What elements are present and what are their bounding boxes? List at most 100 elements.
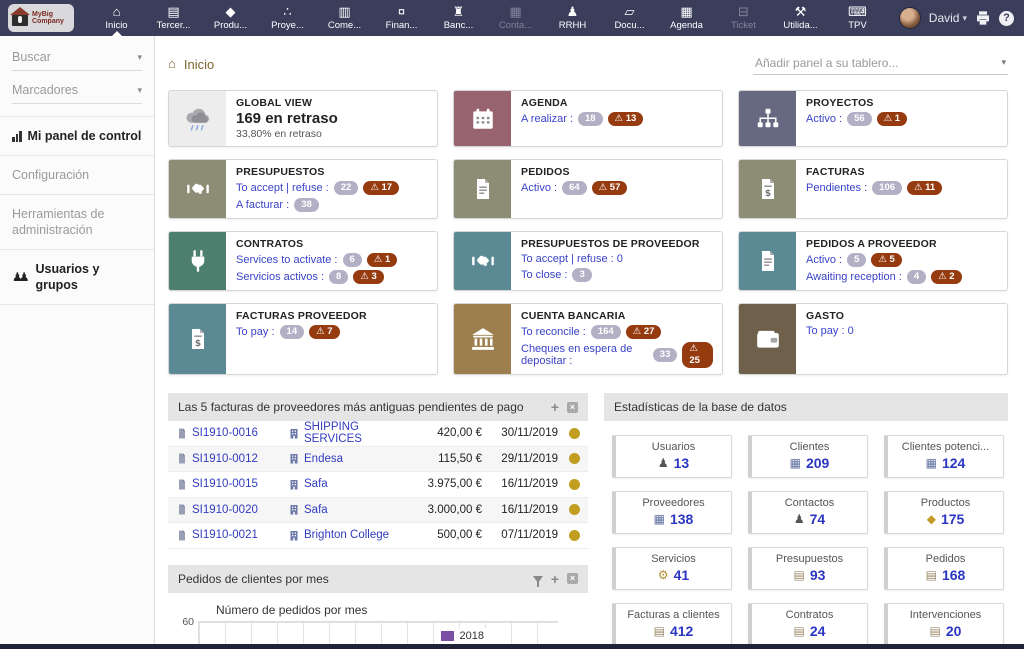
nav-item-agenda[interactable]: ▦Agenda: [658, 0, 715, 36]
invoice-ref-link[interactable]: SI1910-0021: [192, 529, 258, 541]
company-link[interactable]: Endesa: [304, 453, 343, 465]
filter-icon[interactable]: [533, 573, 543, 585]
nav-item-rrhh[interactable]: ♟RRHH: [544, 0, 601, 36]
stat-box-pedidos[interactable]: Pedidos▤168: [884, 547, 1004, 590]
nav-item-label: Conta...: [499, 20, 532, 31]
stat-value: ▤93: [758, 567, 861, 583]
user-avatar[interactable]: [899, 7, 921, 29]
close-panel-icon[interactable]: ×: [567, 402, 578, 413]
card-pedidos[interactable]: PEDIDOSActivo :64⚠ 57: [453, 159, 723, 219]
stat-box-servicios[interactable]: Servicios⚙41: [612, 547, 732, 590]
invoice-ref-link[interactable]: SI1910-0012: [192, 453, 258, 465]
card-status-line[interactable]: Awaiting reception :4⚠ 2: [806, 270, 962, 284]
stat-box-usuarios[interactable]: Usuarios♟13: [612, 435, 732, 478]
help-icon[interactable]: ?: [999, 11, 1014, 26]
nav-item-documentos[interactable]: ▱Docu...: [601, 0, 658, 36]
panel-title: Pedidos de clientes por mes: [178, 572, 525, 586]
print-icon[interactable]: [975, 10, 991, 26]
card-status-line[interactable]: Servicios activos :8⚠ 3: [236, 270, 397, 284]
nav-item-comercial[interactable]: ▥Come...: [316, 0, 373, 36]
nav-item-tpv[interactable]: ⌨TPV: [829, 0, 886, 36]
card-status-line[interactable]: Cheques en espera de depositar :33⚠ 25: [521, 342, 713, 368]
move-panel-icon[interactable]: +: [551, 402, 559, 412]
card-presupuestos-proveedor[interactable]: PRESUPUESTOS DE PROVEEDORTo accept | ref…: [453, 231, 723, 291]
nav-item-terceros[interactable]: ▤Tercer...: [145, 0, 202, 36]
nav-item-utilidades[interactable]: ⚒Utilida...: [772, 0, 829, 36]
card-status-line[interactable]: To accept | refuse : 0: [521, 253, 700, 265]
card-sub-value: 33,80% en retraso: [236, 128, 338, 140]
card-agenda[interactable]: AGENDA A realizar :18⚠ 13: [453, 90, 723, 147]
company-link[interactable]: Safa: [304, 504, 328, 516]
status-link: Activo :: [521, 182, 557, 194]
card-status-line[interactable]: To accept | refuse :22⚠ 17: [236, 181, 399, 195]
invoice-ref-link[interactable]: SI1910-0016: [192, 427, 258, 439]
card-status-line[interactable]: A facturar :38: [236, 198, 399, 212]
document-icon: [176, 478, 188, 491]
sidebar-item-configuracion[interactable]: Configuración: [0, 155, 154, 194]
card-status-line[interactable]: Pendientes :106⚠ 11: [806, 181, 942, 195]
users-icon: ♟♟: [12, 269, 30, 285]
card-status-line[interactable]: Activo :64⚠ 57: [521, 181, 627, 195]
stat-label: Contactos: [758, 497, 861, 509]
card-facturas[interactable]: $FACTURASPendientes :106⚠ 11: [738, 159, 1008, 219]
stat-box-presupuestos[interactable]: Presupuestos▤93: [748, 547, 868, 590]
nav-item-ticket[interactable]: ⊟Ticket: [715, 0, 772, 36]
nav-item-inicio[interactable]: ⌂Inicio: [88, 0, 145, 36]
card-status-line[interactable]: Activo :56⚠ 1: [806, 112, 907, 126]
building-icon: ▦: [654, 512, 665, 526]
stat-box-productos[interactable]: Productos◆175: [884, 491, 1004, 534]
card-global-view[interactable]: GLOBAL VIEW169 en retraso33,80% en retra…: [168, 90, 438, 147]
nav-item-proyectos[interactable]: ∴Proye...: [259, 0, 316, 36]
content-area: Buscar ▾ Marcadores ▾ Mi panel de contro…: [0, 36, 1024, 649]
invoice-ref-link[interactable]: SI1910-0015: [192, 478, 258, 490]
stat-box-intervenciones[interactable]: Intervenciones▤20: [884, 603, 1004, 646]
warning-badge: ⚠ 17: [363, 181, 399, 195]
card-status-line[interactable]: To reconcile :164⚠ 27: [521, 325, 713, 339]
card-status-line[interactable]: A realizar :18⚠ 13: [521, 112, 643, 126]
card-proyectos[interactable]: PROYECTOSActivo :56⚠ 1: [738, 90, 1008, 147]
sidebar-item-herramientas-administracion[interactable]: Herramientas de administración: [0, 194, 154, 249]
stat-box-proveedores[interactable]: Proveedores▦138: [612, 491, 732, 534]
invoice-ref-cell: SI1910-0015: [176, 478, 288, 491]
nav-item-bancos[interactable]: ♜Banc...: [430, 0, 487, 36]
company-link[interactable]: Brighton College: [304, 529, 389, 541]
nav-item-contabilidad[interactable]: ▦Conta...: [487, 0, 544, 36]
stat-box-contratos[interactable]: Contratos▤24: [748, 603, 868, 646]
card-body: FACTURASPendientes :106⚠ 11: [796, 160, 951, 218]
card-title: FACTURAS PROVEEDOR: [236, 310, 367, 322]
card-status-line[interactable]: To pay :14⚠ 7: [236, 325, 367, 339]
stat-box-facturas-a-clientes[interactable]: Facturas a clientes▤412: [612, 603, 732, 646]
card-contratos[interactable]: CONTRATOSServices to activate :6⚠ 1Servi…: [168, 231, 438, 291]
add-panel-select[interactable]: Añadir panel a su tablero... ▾: [753, 54, 1008, 75]
invoice-ref-link[interactable]: SI1910-0020: [192, 504, 258, 516]
card-status-line[interactable]: To pay : 0: [806, 325, 854, 337]
stat-box-clientes[interactable]: Clientes▦209: [748, 435, 868, 478]
sidebar-item-dashboard[interactable]: Mi panel de control: [0, 116, 154, 155]
company-link[interactable]: SHIPPING SERVICES: [304, 421, 404, 445]
count-badge: 106: [872, 181, 902, 195]
close-panel-icon[interactable]: ×: [567, 573, 578, 584]
company-logo[interactable]: MyBig Company: [8, 4, 74, 32]
count-badge: 5: [847, 253, 866, 267]
nav-item-productos[interactable]: ◆Produ...: [202, 0, 259, 36]
card-status-line[interactable]: Activo :5⚠ 5: [806, 253, 962, 267]
card-facturas-proveedor[interactable]: $FACTURAS PROVEEDORTo pay :14⚠ 7: [168, 303, 438, 375]
card-cuenta-bancaria[interactable]: CUENTA BANCARIATo reconcile :164⚠ 27Cheq…: [453, 303, 723, 375]
card-presupuestos[interactable]: PRESUPUESTOSTo accept | refuse :22⚠ 17A …: [168, 159, 438, 219]
user-menu[interactable]: David ▾: [929, 11, 967, 25]
status-link: Servicios activos :: [236, 271, 324, 283]
stat-box-contactos[interactable]: Contactos♟74: [748, 491, 868, 534]
move-panel-icon[interactable]: +: [551, 574, 559, 584]
card-status-line[interactable]: Services to activate :6⚠ 1: [236, 253, 397, 267]
card-pedidos-proveedor[interactable]: PEDIDOS A PROVEEDORActivo :5⚠ 5Awaiting …: [738, 231, 1008, 291]
sidebar-item-usuarios-grupos[interactable]: ♟♟ Usuarios y grupos: [0, 249, 154, 305]
stat-box-clientes-potenci[interactable]: Clientes potenci...▦124: [884, 435, 1004, 478]
card-status-line[interactable]: To close :3: [521, 268, 700, 282]
card-title: AGENDA: [521, 97, 643, 109]
company-link[interactable]: Safa: [304, 478, 328, 490]
invoice-date: 16/11/2019: [482, 478, 558, 490]
nav-item-financiera[interactable]: ¤Finan...: [373, 0, 430, 36]
card-gasto[interactable]: GASTOTo pay : 0: [738, 303, 1008, 375]
search-select[interactable]: Buscar ▾: [12, 50, 142, 71]
bookmarks-select[interactable]: Marcadores ▾: [12, 83, 142, 104]
